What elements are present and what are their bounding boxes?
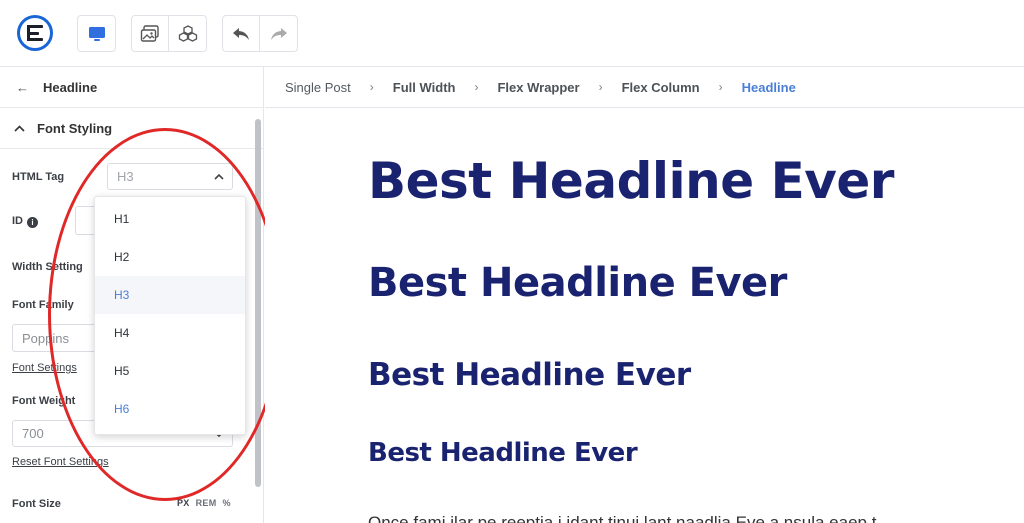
redo-button[interactable] <box>260 16 297 51</box>
chevron-up-icon <box>214 173 224 180</box>
breadcrumb-separator-icon: › <box>718 80 723 94</box>
width-setting-label: Width Setting <box>12 261 83 273</box>
font-family-label: Font Family <box>12 299 74 311</box>
widgets-button[interactable] <box>169 16 206 51</box>
id-label: ID i <box>12 215 38 228</box>
breadcrumb-item-flex-wrapper[interactable]: Flex Wrapper <box>497 80 579 95</box>
section-label: Font Styling <box>37 120 113 136</box>
breadcrumb-item-full-width[interactable]: Full Width <box>393 80 456 95</box>
unit-px-toggle[interactable]: PX <box>177 498 190 508</box>
top-toolbar <box>0 0 1024 67</box>
font-size-unit-toggles: PX REM% <box>177 498 237 508</box>
font-family-placeholder: Poppins <box>22 330 69 346</box>
dropdown-option-h4[interactable]: H4 <box>95 314 245 352</box>
undo-icon <box>233 27 249 40</box>
headline-h2[interactable]: Best Headline Ever <box>368 260 787 306</box>
font-size-label: Font Size <box>12 498 61 510</box>
breadcrumb-separator-icon: › <box>474 80 479 94</box>
dropdown-option-h6[interactable]: H6 <box>95 390 245 428</box>
desktop-view-button[interactable] <box>78 16 115 51</box>
dropdown-option-h5[interactable]: H5 <box>95 352 245 390</box>
headline-h3[interactable]: Best Headline Ever <box>368 357 691 393</box>
elementor-e-logo-icon[interactable] <box>17 15 53 51</box>
breadcrumb-item-single-post[interactable]: Single Post <box>285 80 351 95</box>
info-icon[interactable]: i <box>27 217 38 228</box>
html-tag-value: H3 <box>117 169 134 184</box>
html-tag-select[interactable]: H3 <box>107 163 233 190</box>
html-tag-dropdown-menu: H1 H2 H3 H4 H5 H6 <box>94 196 246 435</box>
sidebar-scrollbar[interactable] <box>255 119 261 487</box>
id-label-text: ID <box>12 215 23 227</box>
desktop-icon <box>88 26 105 41</box>
breadcrumb-separator-icon: › <box>369 80 374 94</box>
images-icon <box>140 24 159 42</box>
cubes-icon <box>178 24 197 42</box>
breadcrumb-separator-icon: › <box>598 80 603 94</box>
headline-h4[interactable]: Best Headline Ever <box>368 438 638 468</box>
images-button[interactable] <box>132 16 169 51</box>
html-tag-label: HTML Tag <box>12 171 65 183</box>
font-weight-value: 700 <box>22 426 44 441</box>
dropdown-option-h2[interactable]: H2 <box>95 238 245 276</box>
page-canvas: Best Headline Ever Best Headline Ever Be… <box>265 108 1024 523</box>
history-button-group <box>222 15 298 52</box>
headline-h1[interactable]: Best Headline Ever <box>368 152 894 210</box>
sidebar-title: Headline <box>43 79 98 95</box>
chevron-up-icon <box>14 119 25 137</box>
reset-font-settings-link[interactable]: Reset Font Settings <box>12 456 109 468</box>
media-button-group <box>131 15 207 52</box>
font-weight-label: Font Weight <box>12 395 76 407</box>
dropdown-option-h3[interactable]: H3 <box>95 276 245 314</box>
breadcrumb-item-headline[interactable]: Headline <box>742 80 796 95</box>
font-styling-section-header[interactable]: Font Styling <box>0 108 263 149</box>
body-paragraph[interactable]: Once fami ilar pe reeptia i idant tinui … <box>368 513 876 523</box>
sidebar-header: ← Headline <box>0 67 263 108</box>
unit-percent-toggle[interactable]: % <box>223 498 231 508</box>
redo-icon <box>270 27 287 40</box>
font-settings-link[interactable]: Font Settings <box>12 362 77 374</box>
dropdown-option-h1[interactable]: H1 <box>95 200 245 238</box>
breadcrumb-item-flex-column[interactable]: Flex Column <box>622 80 700 95</box>
breadcrumb: Single Post › Full Width › Flex Wrapper … <box>265 67 1024 108</box>
unit-rem-toggle[interactable]: REM <box>196 498 217 508</box>
device-toggle-group <box>77 15 116 52</box>
back-arrow-icon[interactable]: ← <box>16 80 29 95</box>
undo-button[interactable] <box>223 16 260 51</box>
